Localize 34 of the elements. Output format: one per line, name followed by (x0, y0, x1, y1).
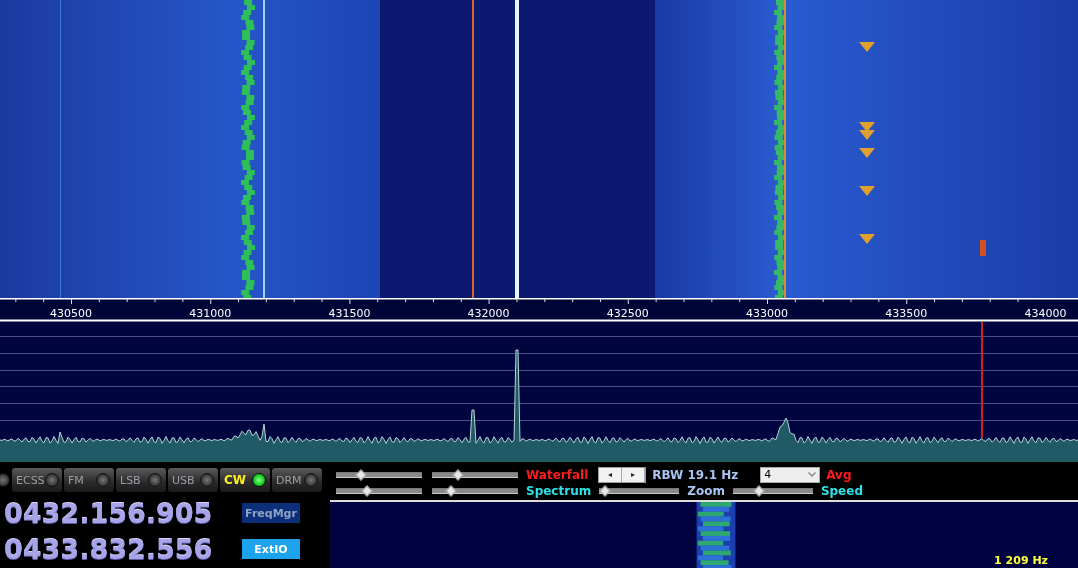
waterfall-label: Waterfall (526, 466, 589, 483)
mode-button[interactable]: CW (220, 468, 270, 492)
axis-label: 431000 (189, 307, 232, 320)
frequency-readout: 1 209 Hz (994, 554, 1048, 567)
axis-label: 433000 (746, 307, 788, 320)
axis-label: 431500 (328, 307, 371, 320)
axis-label: 434000 (1024, 307, 1067, 320)
right-spin-button[interactable]: ▸ (622, 467, 646, 482)
avg-dropdown[interactable]: 4 (760, 466, 821, 483)
chevron-down-icon (808, 472, 817, 477)
slider-thumb[interactable] (599, 484, 611, 497)
axis-label: 430500 (50, 307, 92, 320)
slider[interactable] (599, 484, 680, 497)
mode-button[interactable]: DRM (272, 468, 322, 492)
spin-buttons[interactable]: ◂ ▸ (598, 466, 647, 483)
rbw-label: RBW 19.1 Hz (652, 466, 739, 483)
avg-label: Avg (826, 466, 852, 483)
led-icon (0, 473, 10, 487)
frequency-tool-button[interactable]: ExtIO (242, 539, 300, 559)
speed-label: Speed (820, 482, 863, 499)
left-spin-button[interactable]: ◂ (599, 467, 623, 482)
mode-button[interactable]: FM (64, 468, 114, 492)
frequency-display: 0433.832.556 (4, 533, 213, 565)
mode-button[interactable]: USB (168, 468, 218, 492)
axis-label: 432500 (606, 307, 649, 320)
zoom-label: Zoom (687, 482, 725, 499)
axis-label: 432000 (467, 307, 510, 320)
mode-button[interactable]: LSB (116, 468, 166, 492)
audio-waterfall-drawing (696, 502, 736, 568)
mode-button[interactable]: ECSS (12, 468, 62, 492)
axis-label: 433500 (885, 307, 928, 320)
frequency-display: 0432.156.905 (4, 497, 213, 529)
spectrum-label: Spectrum (526, 482, 592, 499)
frequency-tool-button[interactable]: FreqMgr (242, 503, 300, 523)
